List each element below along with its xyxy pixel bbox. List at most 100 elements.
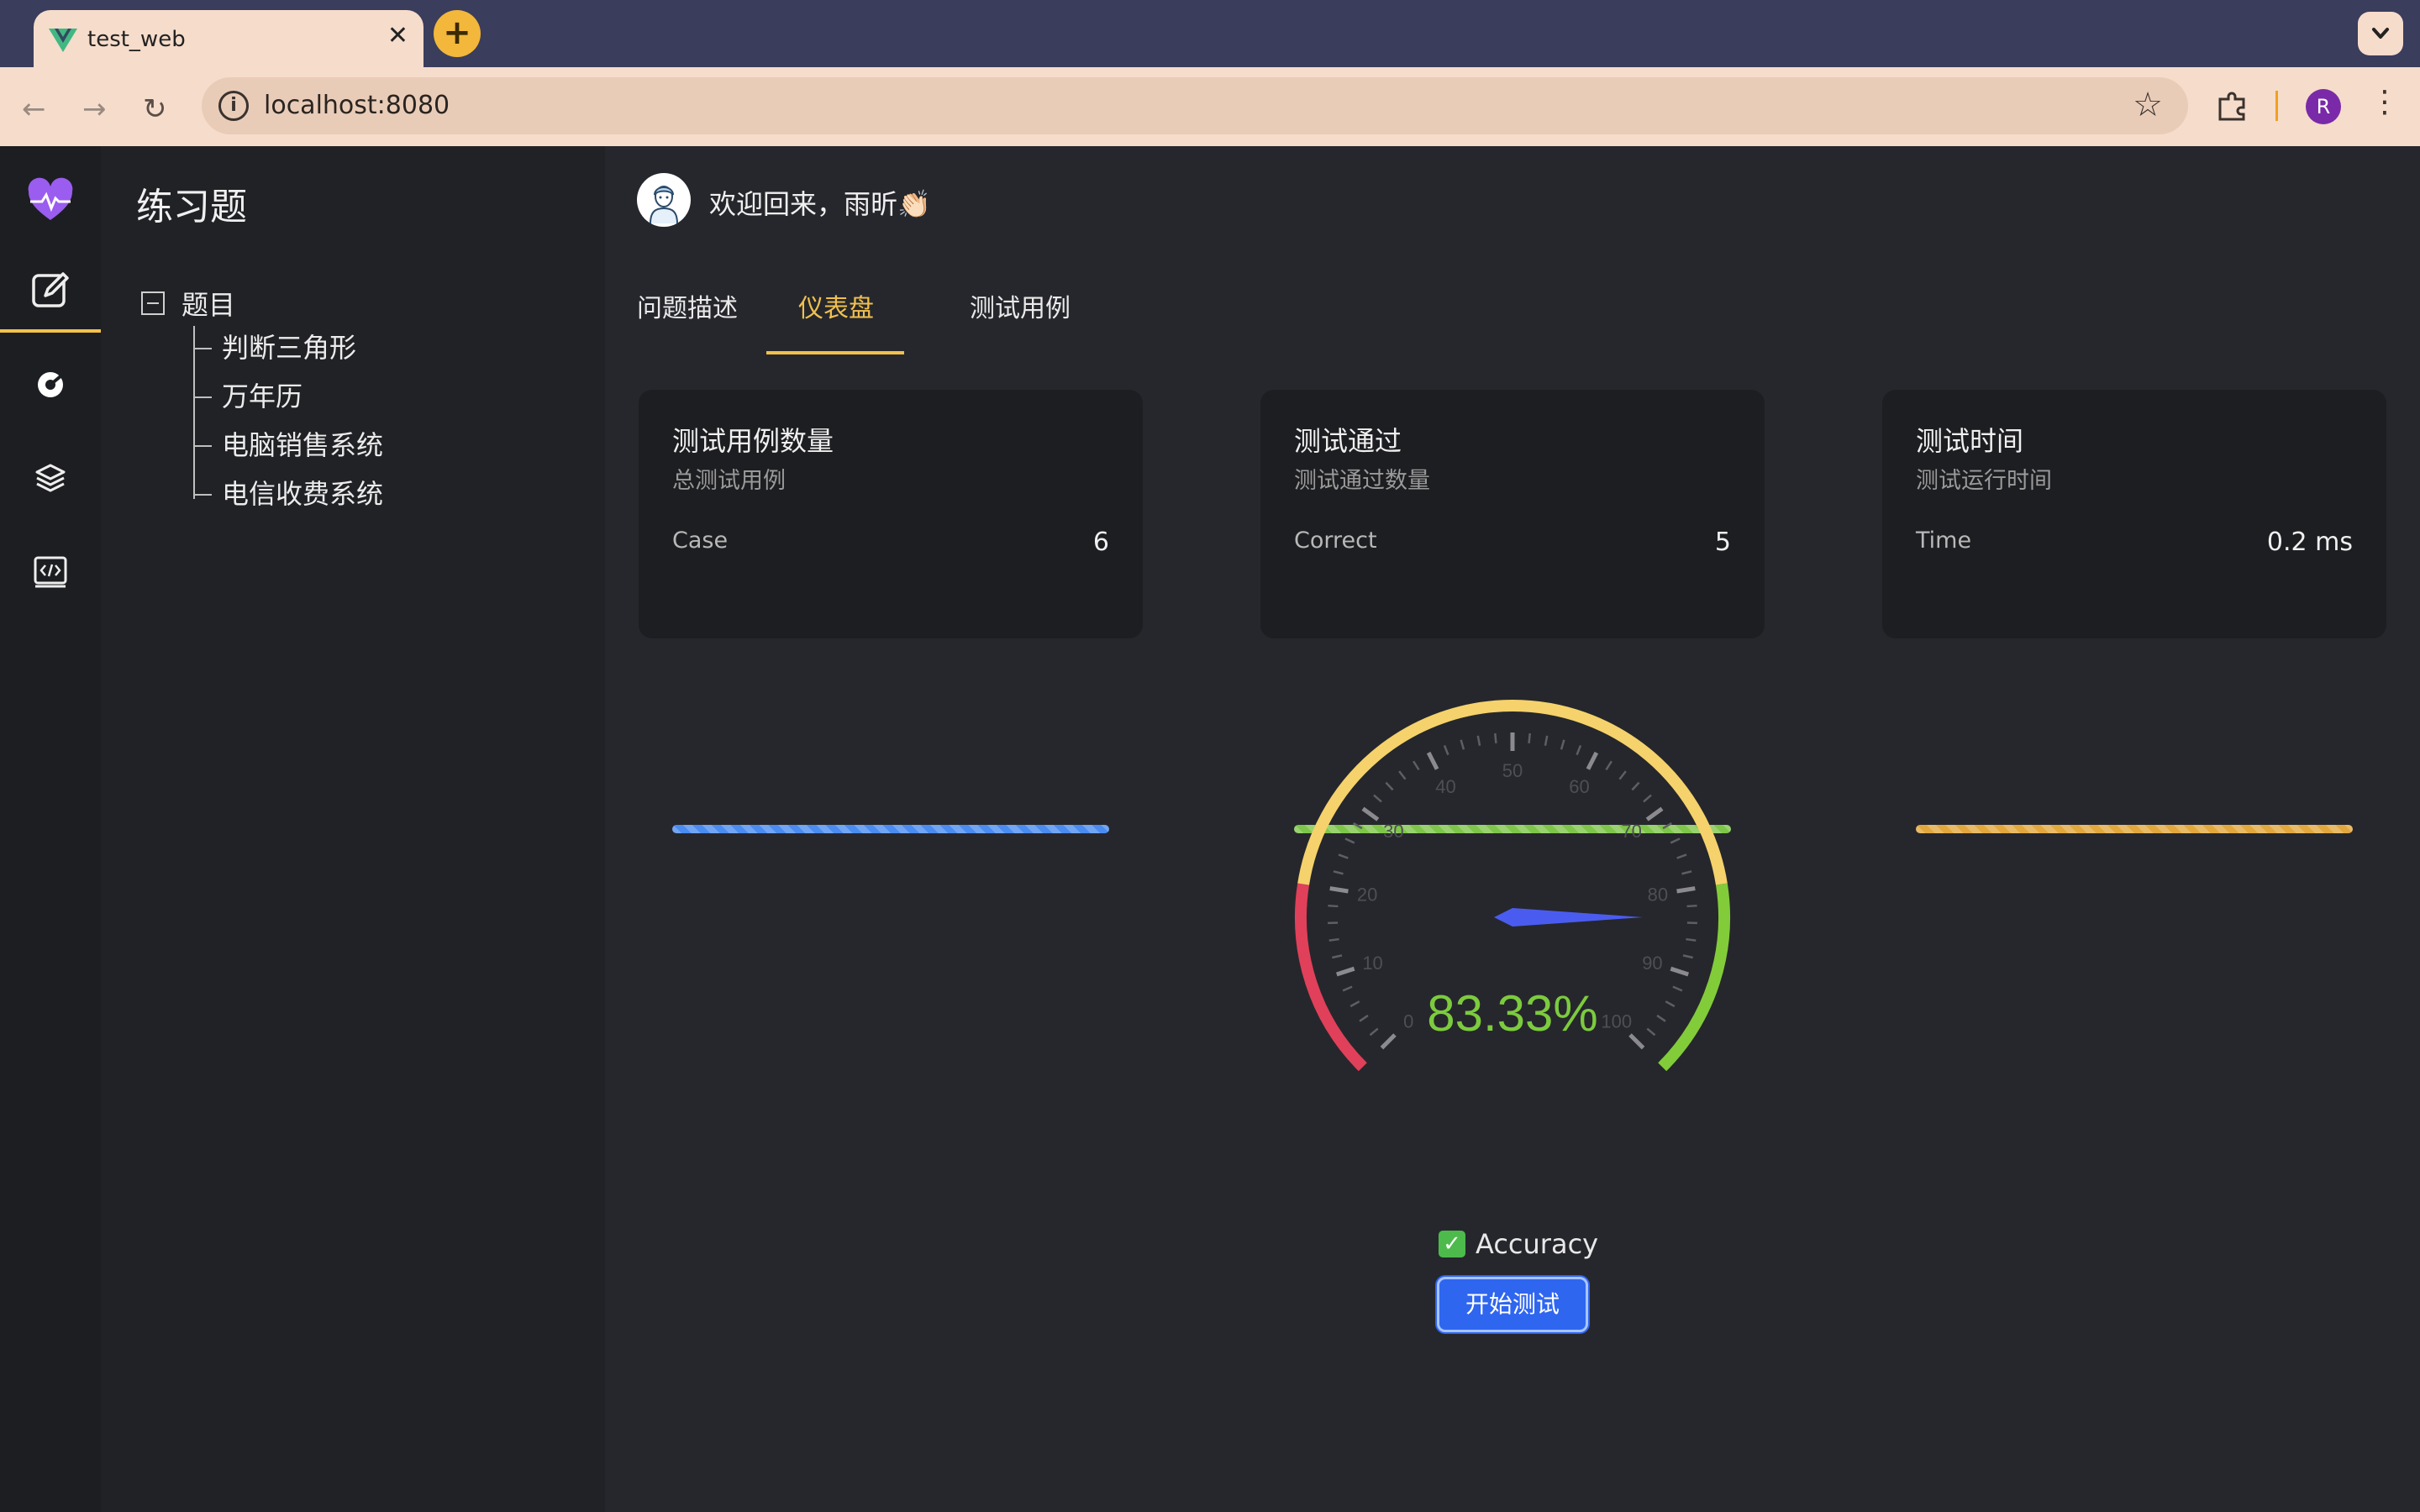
user-avatar (637, 173, 691, 227)
card-title: 测试用例数量 (672, 425, 834, 457)
tab-title: test_web (87, 27, 186, 52)
welcome-text: 欢迎回来，雨昕👏🏻 (709, 188, 931, 220)
gauge-tick (1476, 735, 1481, 746)
gauge-tick (1618, 770, 1627, 780)
card-label: Case (672, 528, 729, 554)
app-root: 练习题 题目 判断三角形 万年历 电脑销售系统 电信收费系统 欢迎回来，雨昕👏🏻… (0, 146, 2420, 1512)
gauge-tick (1328, 937, 1339, 942)
gauge-tick (1681, 870, 1692, 875)
tab-search-button[interactable] (2358, 12, 2403, 55)
card-value: 6 (1092, 528, 1109, 557)
gauge-tick (1344, 837, 1355, 844)
tab-test-cases[interactable]: 测试用例 (970, 287, 1071, 324)
stat-card-correct: 测试通过 测试通过数量 Correct 5 (1260, 390, 1765, 833)
gauge-tick-label: 0 (1403, 1011, 1413, 1032)
card-subtitle: 测试运行时间 (1916, 468, 2052, 494)
gauge-band-2 (1658, 883, 1730, 1072)
gauge-tick-label: 60 (1569, 776, 1589, 797)
gauge-tick (1460, 739, 1465, 750)
gauge-tick (1672, 985, 1683, 992)
gauge-tick (1332, 954, 1343, 959)
stat-card-time: 测试时间 测试运行时间 Time 0.2 ms (1882, 390, 2386, 833)
active-tab-indicator (766, 351, 904, 354)
gauge-tick-label: 40 (1435, 776, 1455, 797)
gauge-band-0 (1295, 883, 1367, 1072)
new-tab-button[interactable]: + (434, 10, 481, 57)
vue-logo-icon (49, 29, 77, 52)
url-text[interactable]: localhost:8080 (264, 91, 450, 120)
browser-tabstrip: test_web ✕ + (0, 0, 2420, 67)
gauge-tick (1329, 886, 1349, 894)
gauge-tick (1338, 853, 1349, 859)
chart-legend[interactable]: ✓ Accuracy (1439, 1228, 1598, 1260)
gauge-tick (1656, 1014, 1666, 1022)
more-menu-icon[interactable]: ⋮ (2370, 86, 2400, 119)
gauge-band-1 (1297, 700, 1728, 885)
accuracy-gauge: 0 10 20 30 40 50 60 70 80 90 100 83.33% (1295, 700, 1730, 1072)
gauge-tick (1373, 794, 1382, 803)
card-subtitle: 测试通过数量 (1294, 468, 1430, 494)
gauge-tick (1335, 966, 1355, 977)
tree-root[interactable]: 题目 (141, 284, 235, 323)
reload-icon[interactable]: ↻ (143, 92, 167, 126)
profile-avatar[interactable]: R (2306, 89, 2341, 124)
tab-close-icon[interactable]: ✕ (387, 24, 408, 49)
gauge-tick (1359, 1014, 1369, 1022)
tab-dashboard[interactable]: 仪表盘 (798, 287, 874, 324)
extensions-icon[interactable] (2215, 89, 2249, 123)
gauge-tick (1628, 1033, 1645, 1050)
gauge-tick (1576, 744, 1582, 756)
gauge-tick (1398, 770, 1407, 780)
gauge-tick-label: 100 (1601, 1011, 1632, 1032)
card-value: 0.2 ms (2266, 528, 2353, 557)
gauge-tick (1631, 781, 1640, 791)
gauge-value-label: 83.33% (1427, 985, 1598, 1042)
icon-rail (0, 146, 101, 1512)
gauge-tick-label: 80 (1648, 885, 1668, 906)
gauge-tick (1426, 751, 1439, 770)
start-test-button[interactable]: 开始测试 (1437, 1277, 1588, 1332)
sidebar-title: 练习题 (136, 186, 247, 228)
layers-icon[interactable] (25, 454, 76, 504)
gauge-tick-label: 50 (1502, 760, 1523, 781)
gauge-tick (1544, 735, 1549, 746)
tree-item-telecom-billing[interactable]: 电信收费系统 (193, 477, 383, 511)
check-icon: ✓ (1439, 1231, 1465, 1257)
heart-pulse-logo-icon[interactable] (25, 176, 76, 227)
tree-item-triangle[interactable]: 判断三角形 (193, 331, 356, 365)
bookmark-star-icon[interactable]: ☆ (2133, 86, 2163, 124)
gauge-tick-label: 20 (1357, 885, 1377, 906)
site-info-icon[interactable]: i (218, 91, 249, 121)
card-progress-bar (1916, 825, 2353, 833)
collapse-icon[interactable] (141, 291, 165, 315)
card-title: 测试时间 (1916, 425, 2024, 457)
gauge-tick (1353, 822, 1363, 830)
browser-tab[interactable]: test_web ✕ (34, 10, 424, 67)
main-panel: 欢迎回来，雨昕👏🏻 问题描述 仪表盘 测试用例 测试用例数量 总测试用例 Cas… (605, 146, 2420, 1512)
legend-label: Accuracy (1476, 1228, 1599, 1260)
back-icon[interactable]: ← (22, 92, 46, 126)
gauge-tick (1686, 937, 1697, 942)
gauge-tick (1443, 744, 1449, 756)
card-title: 测试通过 (1294, 425, 1402, 457)
dashboard-gauge-icon[interactable] (25, 360, 76, 410)
gauge-tick (1413, 760, 1420, 771)
tree-item-computer-sales[interactable]: 电脑销售系统 (193, 428, 383, 462)
address-bar[interactable]: i localhost:8080 ☆ (202, 77, 2188, 134)
edit-icon[interactable] (25, 265, 76, 316)
gauge-tick (1645, 806, 1664, 822)
gauge-tick (1494, 732, 1497, 744)
gauge-tick (1342, 985, 1353, 992)
gauge-tick (1385, 781, 1394, 791)
tab-problem-description[interactable]: 问题描述 (637, 287, 738, 324)
gauge-tick-label: 10 (1362, 953, 1382, 974)
tree-item-calendar[interactable]: 万年历 (193, 380, 302, 413)
forward-icon[interactable]: → (82, 92, 107, 126)
tree-root-label: 题目 (182, 289, 236, 321)
gauge-pointer (1494, 908, 1643, 927)
gauge-tick (1662, 822, 1672, 830)
card-progress-bar (672, 825, 1109, 833)
gauge-tick (1676, 886, 1696, 894)
gauge-tick (1586, 751, 1599, 770)
code-window-icon[interactable] (25, 546, 76, 596)
